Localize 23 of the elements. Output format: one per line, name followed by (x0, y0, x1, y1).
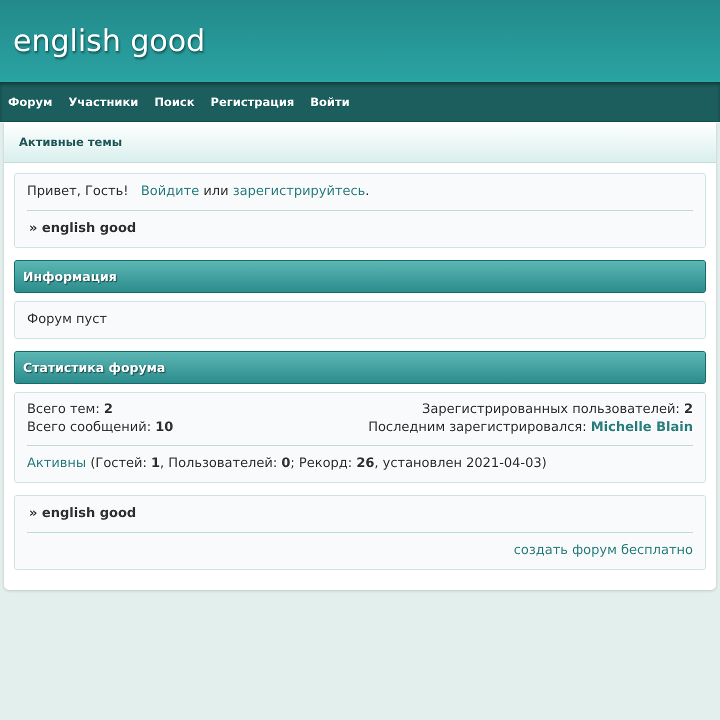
create-forum-link[interactable]: создать форум бесплатно (514, 543, 693, 558)
active-link[interactable]: Активны (27, 456, 86, 471)
breadcrumb: » english good (28, 505, 138, 523)
nav-link[interactable]: Участники (68, 95, 138, 109)
nav-link[interactable]: Поиск (154, 95, 195, 109)
site-title: english good (13, 24, 206, 58)
active-users-text: Активны (Гостей: 1, Пользователей: 0; Рекорд: 26, установлен 2021-04-03) (27, 455, 548, 473)
stat-text: Всего тем: 2 (27, 401, 114, 419)
active-topics-link[interactable]: Активные темы (19, 135, 122, 149)
section-header: Статистика форума (14, 351, 706, 384)
register-link[interactable]: зарегистрируйтесь (232, 184, 366, 199)
nav-link[interactable]: Форум (8, 95, 52, 109)
login-link[interactable]: Войдите (140, 184, 200, 199)
nav-link[interactable]: Войти (310, 95, 350, 109)
stat-text: Всего сообщений: 10 (27, 419, 174, 437)
info-text: Форум пуст (27, 311, 108, 329)
greeting-text: Привет, Гость! Войдите или зарегистрируйтесь. (27, 183, 370, 201)
nav-link[interactable]: Регистрация (210, 95, 294, 109)
stat-text: Зарегистрированных пользователей: 2 (421, 401, 693, 419)
user-link[interactable]: Michelle Blain (590, 420, 693, 435)
last-user-text: Последним зарегистрировался: Michelle Blain (368, 419, 693, 437)
section-header: Информация (14, 260, 706, 293)
breadcrumb: » english good (28, 220, 138, 238)
